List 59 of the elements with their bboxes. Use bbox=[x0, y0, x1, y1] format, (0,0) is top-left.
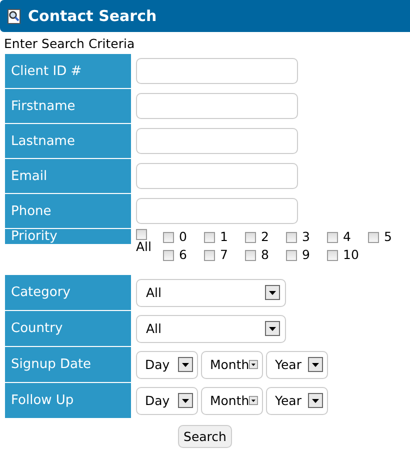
checkbox-label: 7 bbox=[220, 248, 228, 262]
field-label: Lastname bbox=[5, 124, 131, 158]
caret-icon bbox=[178, 393, 193, 408]
text-field[interactable] bbox=[136, 58, 298, 84]
dropdown[interactable]: Year bbox=[266, 350, 328, 378]
checkbox-label: 3 bbox=[302, 230, 310, 244]
checkbox[interactable] bbox=[286, 232, 297, 242]
form-subtitle: Enter Search Criteria bbox=[3, 35, 136, 53]
caret-icon bbox=[265, 321, 280, 336]
field-label: Signup Date bbox=[5, 347, 131, 382]
caret-icon bbox=[249, 357, 258, 372]
field-label: Follow Up bbox=[5, 383, 131, 418]
checkbox[interactable] bbox=[327, 250, 338, 260]
text-field[interactable] bbox=[136, 198, 298, 224]
checkbox[interactable] bbox=[163, 250, 174, 260]
checkbox-label: All bbox=[136, 240, 152, 254]
field-label: Email bbox=[5, 159, 131, 193]
text-field[interactable] bbox=[136, 128, 298, 154]
field-label: Client ID # bbox=[5, 54, 131, 88]
field-label: Firstname bbox=[5, 89, 131, 123]
caret-icon bbox=[308, 393, 323, 408]
field-label: Category bbox=[5, 275, 131, 310]
checkbox-label: 9 bbox=[302, 248, 310, 262]
text-field[interactable] bbox=[136, 93, 298, 119]
checkbox-label: 1 bbox=[220, 230, 228, 244]
checkbox[interactable] bbox=[204, 250, 215, 260]
checkbox-label: 8 bbox=[261, 248, 269, 262]
caret-icon bbox=[249, 393, 258, 408]
caret-icon bbox=[265, 285, 280, 300]
dropdown[interactable]: Day bbox=[136, 386, 198, 414]
dropdown[interactable]: Month bbox=[201, 386, 263, 414]
caret-icon bbox=[308, 357, 323, 372]
text-field[interactable] bbox=[136, 163, 298, 189]
checkbox[interactable] bbox=[286, 250, 297, 260]
checkbox-label: 4 bbox=[343, 230, 351, 244]
dropdown[interactable]: Year bbox=[266, 386, 328, 414]
checkbox[interactable] bbox=[245, 250, 256, 260]
checkbox-label: 10 bbox=[343, 248, 359, 262]
dropdown[interactable]: Month bbox=[201, 350, 263, 378]
checkbox[interactable] bbox=[136, 229, 147, 240]
field-label: Phone bbox=[5, 194, 131, 228]
search-document-icon bbox=[7, 8, 21, 24]
checkbox[interactable] bbox=[368, 232, 379, 242]
checkbox-label: 5 bbox=[384, 230, 392, 244]
checkbox[interactable] bbox=[163, 232, 174, 242]
dropdown[interactable]: All bbox=[136, 278, 286, 306]
checkbox-label: 2 bbox=[261, 230, 269, 244]
checkbox[interactable] bbox=[327, 232, 338, 242]
header-title: Contact Search bbox=[28, 7, 157, 25]
checkbox-label: 0 bbox=[179, 230, 187, 244]
dropdown[interactable]: All bbox=[136, 314, 286, 342]
field-label: Priority bbox=[5, 229, 131, 244]
search-button[interactable]: Search bbox=[178, 425, 232, 448]
caret-icon bbox=[178, 357, 193, 372]
checkbox-label: 6 bbox=[179, 248, 187, 262]
checkbox[interactable] bbox=[204, 232, 215, 242]
field-label: Country bbox=[5, 311, 131, 346]
dropdown[interactable]: Day bbox=[136, 350, 198, 378]
checkbox[interactable] bbox=[245, 232, 256, 242]
